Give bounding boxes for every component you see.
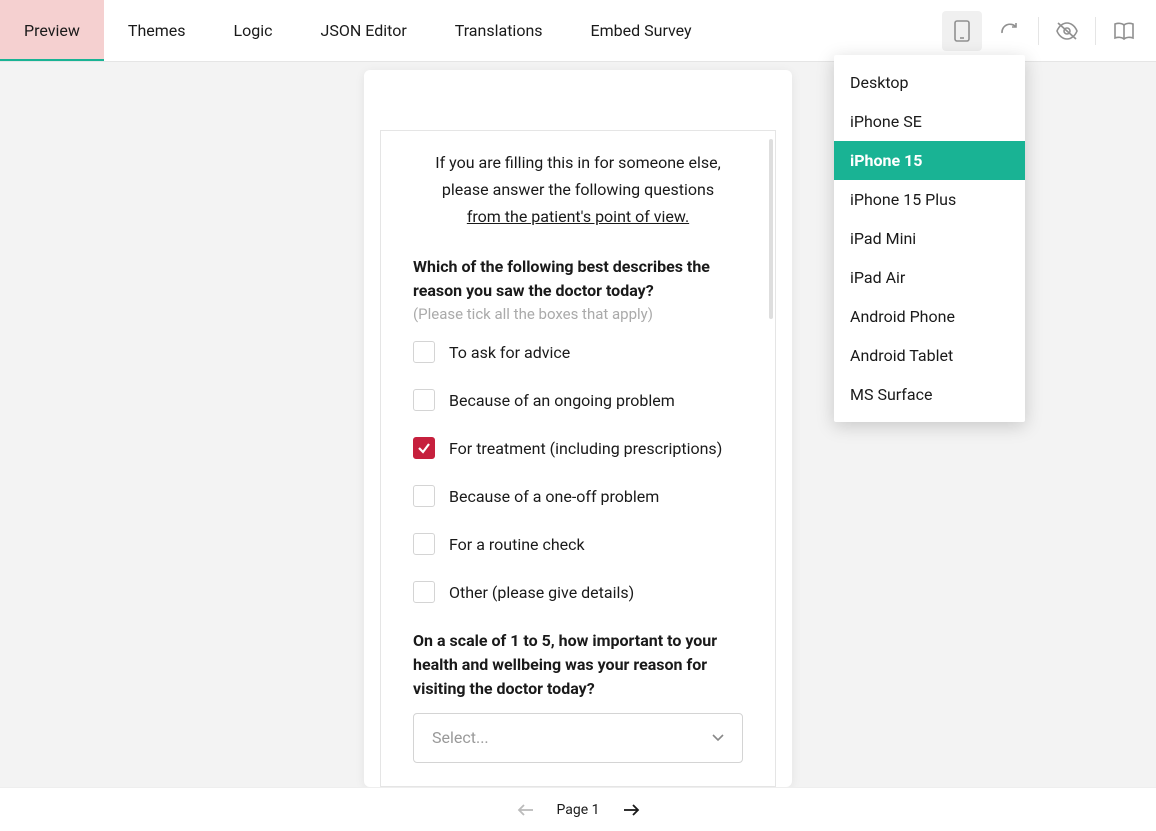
choice-label: Other (please give details) — [449, 581, 634, 605]
pager-bar: Page 1 — [0, 787, 1156, 831]
device-option-android-phone[interactable]: Android Phone — [834, 297, 1025, 336]
scrollbar-thumb[interactable] — [769, 139, 773, 319]
device-dropdown-menu: Desktop iPhone SE iPhone 15 iPhone 15 Pl… — [834, 55, 1025, 422]
tab-embed-survey[interactable]: Embed Survey — [567, 0, 716, 61]
q1-choice-3[interactable]: Because of a one-off problem — [413, 485, 743, 509]
checkbox-unchecked[interactable] — [413, 389, 435, 411]
rotate-icon — [999, 22, 1021, 40]
checkbox-unchecked[interactable] — [413, 341, 435, 363]
arrow-left-icon — [517, 803, 535, 817]
q1-choice-5[interactable]: Other (please give details) — [413, 581, 743, 605]
q1-choice-0[interactable]: To ask for advice — [413, 341, 743, 365]
mobile-device-icon — [954, 20, 970, 42]
device-option-ipad-mini[interactable]: iPad Mini — [834, 219, 1025, 258]
checkbox-unchecked[interactable] — [413, 533, 435, 555]
choice-label: For treatment (including prescriptions) — [449, 437, 722, 461]
orientation-button[interactable] — [990, 11, 1030, 51]
toolbar-separator — [1038, 17, 1039, 45]
book-button[interactable] — [1104, 11, 1144, 51]
device-option-iphone-15-plus[interactable]: iPhone 15 Plus — [834, 180, 1025, 219]
select-placeholder: Select... — [432, 728, 489, 747]
visibility-toggle-button[interactable] — [1047, 11, 1087, 51]
choice-label: Because of a one-off problem — [449, 485, 659, 509]
survey-intro: If you are filling this in for someone e… — [413, 149, 743, 231]
toolbar-right — [938, 0, 1156, 61]
device-option-desktop[interactable]: Desktop — [834, 63, 1025, 102]
tab-logic[interactable]: Logic — [210, 0, 297, 61]
device-option-android-tablet[interactable]: Android Tablet — [834, 336, 1025, 375]
tab-json-editor[interactable]: JSON Editor — [297, 0, 431, 61]
tab-strip: Preview Themes Logic JSON Editor Transla… — [0, 0, 716, 61]
next-page-button[interactable] — [622, 803, 640, 817]
page-indicator: Page 1 — [557, 802, 600, 818]
device-frame: If you are filling this in for someone e… — [364, 70, 792, 787]
q2-select[interactable]: Select... — [413, 713, 743, 763]
tab-themes[interactable]: Themes — [104, 0, 210, 61]
q1-title: Which of the following best describes th… — [413, 255, 743, 303]
top-toolbar: Preview Themes Logic JSON Editor Transla… — [0, 0, 1156, 62]
choice-label: For a routine check — [449, 533, 585, 557]
toolbar-separator — [1095, 17, 1096, 45]
device-option-ipad-air[interactable]: iPad Air — [834, 258, 1025, 297]
checkbox-unchecked[interactable] — [413, 485, 435, 507]
choice-label: To ask for advice — [449, 341, 570, 365]
arrow-right-icon — [622, 803, 640, 817]
q1-choice-4[interactable]: For a routine check — [413, 533, 743, 557]
book-icon — [1113, 22, 1135, 40]
intro-text: If you are filling this in for someone e… — [435, 153, 721, 172]
caret-down-icon — [712, 734, 724, 742]
device-selector-button[interactable] — [942, 11, 982, 51]
q1-choice-1[interactable]: Because of an ongoing problem — [413, 389, 743, 413]
q2-title: On a scale of 1 to 5, how important to y… — [413, 629, 743, 701]
prev-page-button[interactable] — [517, 803, 535, 817]
choice-label: Because of an ongoing problem — [449, 389, 675, 413]
device-option-iphone-15[interactable]: iPhone 15 — [834, 141, 1025, 180]
eye-off-icon — [1055, 21, 1079, 41]
intro-text: please answer the following questions — [442, 180, 714, 199]
device-option-ms-surface[interactable]: MS Surface — [834, 375, 1025, 414]
q1-hint: (Please tick all the boxes that apply) — [413, 305, 743, 323]
survey-viewport: If you are filling this in for someone e… — [380, 130, 776, 787]
checkbox-unchecked[interactable] — [413, 581, 435, 603]
checkbox-checked[interactable] — [413, 437, 435, 459]
tab-translations[interactable]: Translations — [431, 0, 567, 61]
q1-choice-2[interactable]: For treatment (including prescriptions) — [413, 437, 743, 461]
intro-text-underlined: from the patient's point of view. — [467, 207, 689, 226]
device-option-iphone-se[interactable]: iPhone SE — [834, 102, 1025, 141]
tab-preview[interactable]: Preview — [0, 0, 104, 61]
